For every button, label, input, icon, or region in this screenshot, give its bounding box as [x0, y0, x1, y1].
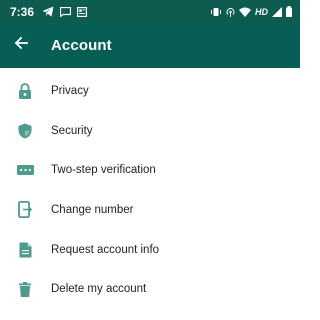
app-bar: Account	[0, 23, 300, 68]
status-bar: 7:36 HD	[0, 0, 300, 23]
phone-swap-icon	[10, 198, 40, 222]
change-number-item[interactable]: Change number	[0, 190, 300, 230]
two-step-verification-item[interactable]: Two-step verification	[0, 150, 300, 190]
request-account-info-item[interactable]: Request account info	[0, 230, 300, 270]
request-account-info-label: Request account info	[51, 243, 160, 256]
document-icon	[10, 238, 40, 262]
network-type: HD	[255, 6, 268, 17]
back-button[interactable]	[10, 35, 32, 57]
vibrate-icon	[210, 7, 222, 17]
delete-account-item[interactable]: Delete my account	[0, 269, 300, 309]
privacy-label: Privacy	[51, 84, 89, 97]
page-title: Account	[51, 37, 112, 54]
two-step-verification-label: Two-step verification	[51, 164, 156, 177]
security-item[interactable]: Security	[0, 111, 300, 151]
news-icon	[77, 6, 88, 17]
signal-icon	[272, 6, 282, 17]
change-number-label: Change number	[51, 203, 134, 216]
battery-icon	[286, 6, 292, 17]
lock-icon	[10, 79, 40, 103]
trash-icon	[10, 277, 40, 301]
shield-icon	[10, 119, 40, 143]
dots-icon	[10, 158, 40, 182]
message-icon	[60, 6, 72, 17]
delete-account-label: Delete my account	[51, 283, 147, 296]
wifi-icon	[239, 7, 251, 17]
arrow-left-icon	[14, 36, 28, 55]
privacy-item[interactable]: Privacy	[0, 71, 300, 111]
security-label: Security	[51, 124, 93, 137]
hotspot-icon	[226, 7, 235, 17]
telegram-icon	[42, 6, 54, 17]
status-time: 7:36	[10, 4, 35, 19]
account-menu: Privacy Security Two-step verification C…	[0, 71, 300, 309]
